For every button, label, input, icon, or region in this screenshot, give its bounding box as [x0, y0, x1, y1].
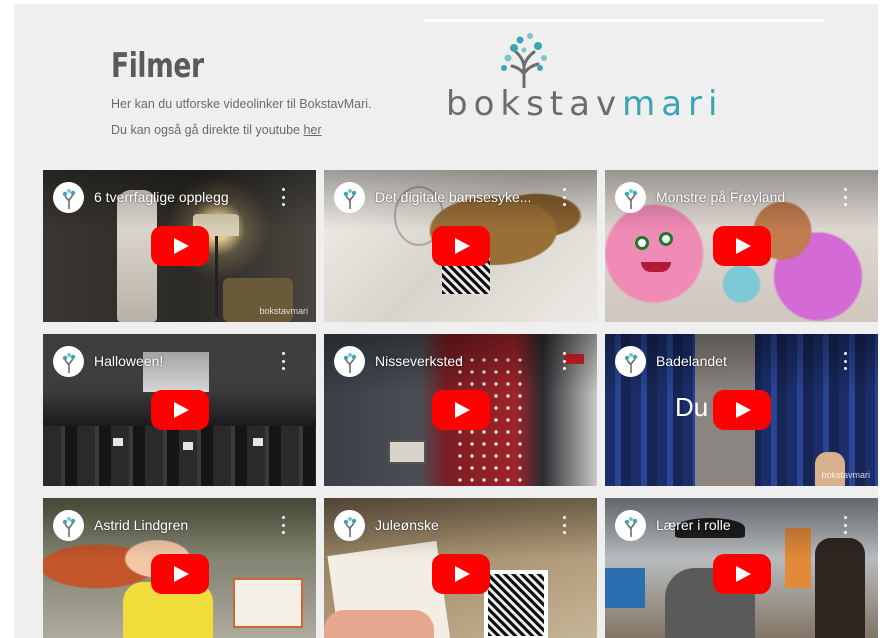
video-title[interactable]: Nisseverksted — [375, 353, 463, 369]
channel-avatar[interactable] — [615, 510, 646, 541]
youtube-play-icon[interactable] — [712, 390, 771, 430]
kebab-menu-icon[interactable] — [278, 352, 288, 370]
tree-icon — [624, 352, 637, 373]
video-card[interactable]: Halloween! — [43, 334, 316, 486]
kebab-menu-icon[interactable] — [559, 516, 569, 534]
channel-avatar[interactable] — [53, 346, 84, 377]
youtube-play-icon[interactable] — [431, 226, 490, 266]
kebab-menu-icon[interactable] — [278, 516, 288, 534]
channel-avatar[interactable] — [334, 182, 365, 213]
channel-avatar[interactable] — [334, 346, 365, 377]
title-shade — [605, 334, 878, 394]
tree-icon — [62, 516, 75, 537]
tree-icon — [624, 188, 637, 209]
video-card[interactable]: Astrid Lindgren — [43, 498, 316, 638]
video-card[interactable]: Monstre på Frøyland — [605, 170, 878, 322]
youtube-link[interactable]: her — [303, 123, 321, 137]
logo-text-mari: mari — [622, 84, 724, 124]
page-title: Filmer — [111, 46, 204, 86]
title-shade — [43, 334, 316, 394]
watermark: bokstavmari — [821, 470, 870, 480]
video-card[interactable]: Lærer i rolle — [605, 498, 878, 638]
page: Filmer Her kan du utforske videolinker t… — [14, 4, 878, 638]
video-card[interactable]: Badelandet Du ørst bokstavmari — [605, 334, 878, 486]
kebab-menu-icon[interactable] — [559, 352, 569, 370]
tree-icon — [624, 516, 637, 537]
video-title[interactable]: Lærer i rolle — [656, 517, 731, 533]
video-title[interactable]: Badelandet — [656, 353, 727, 369]
kebab-menu-icon[interactable] — [840, 188, 850, 206]
title-shade — [605, 498, 878, 558]
kebab-menu-icon[interactable] — [559, 188, 569, 206]
video-title[interactable]: 6 tverrfaglige opplegg — [94, 189, 229, 205]
youtube-play-icon[interactable] — [712, 226, 771, 266]
logo-text-bokstav: bokstav — [446, 84, 623, 124]
video-card[interactable]: Det digitale bamsesyke... — [324, 170, 597, 322]
youtube-play-icon[interactable] — [712, 554, 771, 594]
kebab-menu-icon[interactable] — [840, 352, 850, 370]
video-title[interactable]: Det digitale bamsesyke... — [375, 189, 531, 205]
video-card[interactable]: Juleønske — [324, 498, 597, 638]
video-title[interactable]: Monstre på Frøyland — [656, 189, 785, 205]
tree-icon — [62, 352, 75, 373]
channel-avatar[interactable] — [615, 346, 646, 377]
intro-youtube-prefix: Du kan også gå direkte til youtube — [111, 123, 304, 137]
bokstavmari-logo[interactable]: bokstavmari — [446, 28, 746, 128]
youtube-play-icon[interactable] — [150, 390, 209, 430]
intro-text: Her kan du utforske videolinker til Boks… — [111, 97, 372, 111]
channel-avatar[interactable] — [615, 182, 646, 213]
youtube-play-icon[interactable] — [431, 554, 490, 594]
intro-text-youtube: Du kan også gå direkte til youtube her — [111, 123, 322, 137]
channel-avatar[interactable] — [53, 182, 84, 213]
channel-avatar[interactable] — [53, 510, 84, 541]
youtube-play-icon[interactable] — [150, 554, 209, 594]
video-title[interactable]: Astrid Lindgren — [94, 517, 188, 533]
youtube-play-icon[interactable] — [431, 390, 490, 430]
video-title[interactable]: Halloween! — [94, 353, 163, 369]
video-card[interactable]: Nisseverksted — [324, 334, 597, 486]
title-shade — [324, 498, 597, 558]
kebab-menu-icon[interactable] — [278, 188, 288, 206]
logo-wordmark: bokstavmari — [446, 84, 723, 124]
logo-tree-icon — [501, 33, 547, 88]
tree-icon — [62, 188, 75, 209]
watermark: bokstavmari — [259, 306, 308, 316]
tree-icon — [343, 188, 356, 209]
youtube-play-icon[interactable] — [150, 226, 209, 266]
channel-avatar[interactable] — [334, 510, 365, 541]
header-divider — [424, 19, 824, 22]
tree-icon — [343, 516, 356, 537]
video-card[interactable]: 6 tverrfaglige opplegg bokstavmari — [43, 170, 316, 322]
video-title[interactable]: Juleønske — [375, 517, 439, 533]
tree-icon — [343, 352, 356, 373]
kebab-menu-icon[interactable] — [840, 516, 850, 534]
